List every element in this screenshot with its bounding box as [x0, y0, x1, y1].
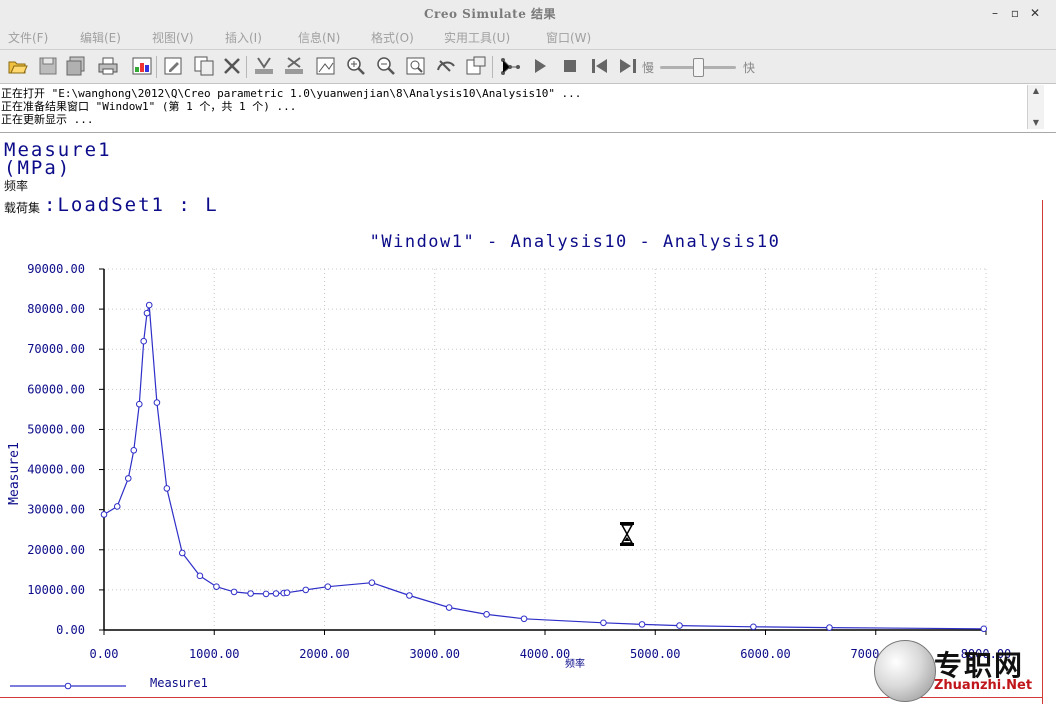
- chart-title: "Window1" - Analysis10 - Analysis10: [370, 232, 781, 252]
- data-point: [135, 400, 143, 408]
- y-tick-label: 80000.00: [27, 302, 85, 316]
- y-tick-label: 20000.00: [27, 543, 85, 557]
- y-tick-label: 70000.00: [27, 342, 85, 356]
- data-point: [145, 301, 153, 309]
- data-point: [100, 511, 108, 518]
- y-tick-label: 60000.00: [27, 382, 85, 396]
- data-point: [826, 624, 833, 631]
- y-tick-label: 90000.00: [27, 262, 85, 276]
- data-point: [750, 623, 757, 631]
- data-point: [230, 588, 238, 596]
- x-tick-label: 1000.00: [189, 647, 240, 661]
- watermark-en: Zhuanzhi.Net: [934, 678, 1033, 693]
- data-point: [247, 590, 254, 597]
- legend-label: Measure1: [150, 676, 208, 690]
- y-tick-label: 0.00: [56, 623, 85, 637]
- x-tick-label: 0.00: [90, 647, 119, 661]
- soccer-ball-logo-icon: [874, 640, 936, 702]
- data-point: [130, 447, 138, 454]
- data-point: [368, 579, 376, 586]
- legend-marker: [64, 682, 72, 690]
- data-point: [113, 503, 121, 510]
- x-tick-label: 3000.00: [409, 647, 460, 661]
- data-point: [600, 619, 607, 627]
- data-point: [676, 622, 683, 629]
- y-axis-label: Measure1: [7, 442, 22, 505]
- data-point: [153, 399, 161, 406]
- data-point: [262, 590, 270, 598]
- data-point: [406, 592, 413, 599]
- data-point: [272, 590, 280, 597]
- data-point: [483, 611, 490, 618]
- y-tick-label: 30000.00: [27, 503, 85, 517]
- x-tick-label: 2000.00: [299, 647, 350, 661]
- x-axis-label: 频率: [565, 657, 585, 670]
- data-point: [324, 583, 332, 590]
- y-tick-label: 10000.00: [27, 583, 85, 597]
- data-point: [302, 586, 310, 594]
- data-point: [213, 583, 220, 590]
- data-point: [124, 475, 132, 482]
- y-tick-label: 50000.00: [27, 422, 85, 436]
- watermark: 专职网 Zhuanzhi.Net: [874, 640, 1056, 704]
- data-point: [178, 549, 186, 557]
- data-point: [143, 309, 151, 317]
- data-point: [445, 604, 453, 611]
- data-point: [140, 337, 147, 345]
- hourglass-cursor-icon: [619, 522, 635, 546]
- series-line: [103, 304, 984, 630]
- data-point: [196, 572, 204, 580]
- data-point: [980, 625, 988, 633]
- x-tick-label: 6000.00: [740, 647, 791, 661]
- data-point: [163, 485, 171, 492]
- y-tick-label: 40000.00: [27, 463, 85, 477]
- x-tick-label: 5000.00: [630, 647, 681, 661]
- data-point: [520, 615, 528, 623]
- data-point: [638, 621, 646, 628]
- x-tick-label: 4000.00: [520, 647, 571, 661]
- line-chart: 0.00 1000.00 2000.00 3000.00 4000.00 5000.00 6…: [7, 232, 1011, 690]
- data-point: [283, 589, 291, 596]
